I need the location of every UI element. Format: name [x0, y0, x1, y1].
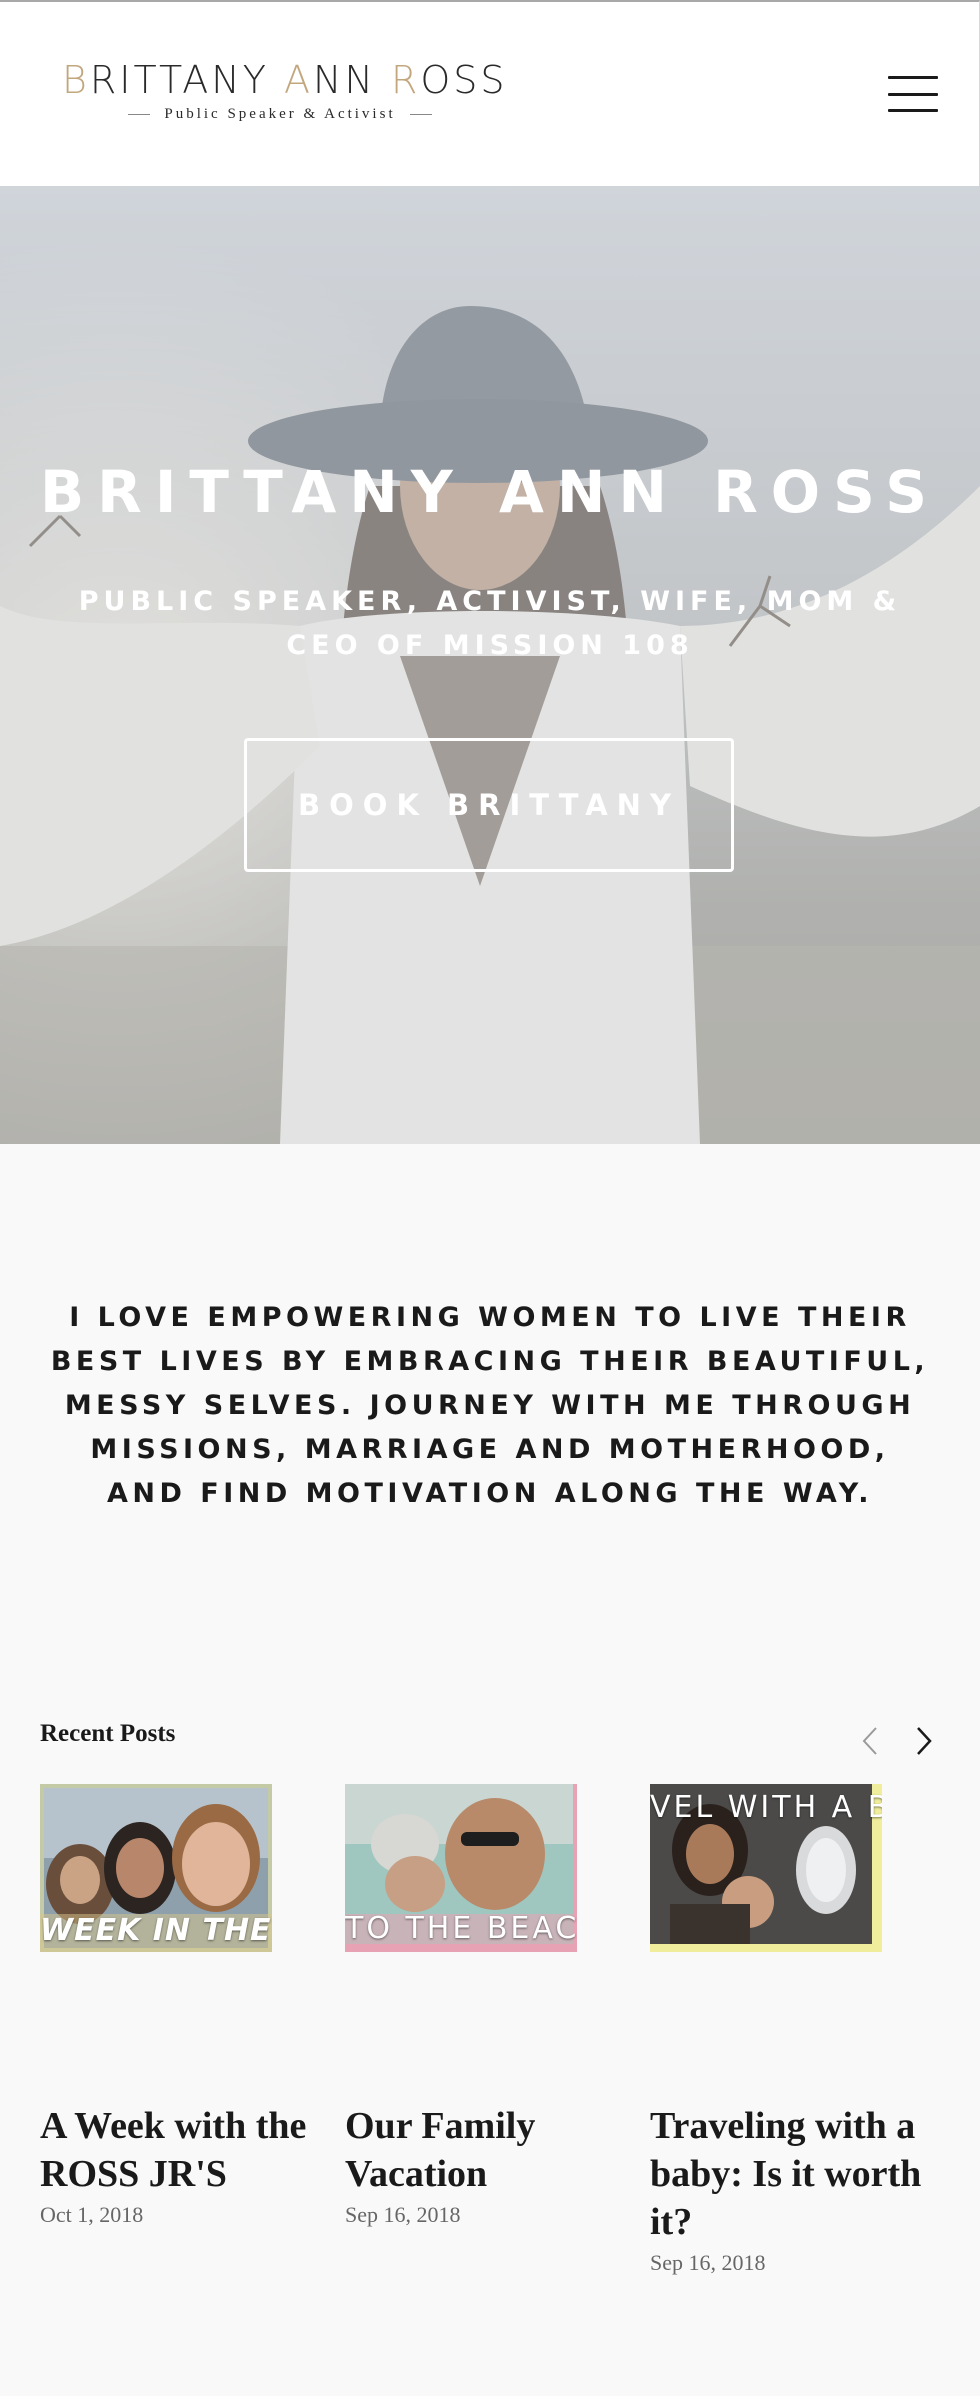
intro-statement: I LOVE EMPOWERING WOMEN TO LIVE THEIR BE…: [50, 1302, 930, 1509]
post-title[interactable]: Our Family Vacation: [345, 2102, 635, 2198]
site-logo[interactable]: BRITTANY ANN ROSS Public Speaker & Activ…: [62, 58, 508, 123]
post-thumbnail[interactable]: TO THE BEACH: [345, 1784, 577, 1952]
logo-tagline: Public Speaker & Activist: [164, 106, 396, 122]
book-brittany-button[interactable]: BOOK BRITTANY: [244, 738, 734, 872]
chevron-left-icon[interactable]: [856, 1722, 886, 1760]
tagline-divider-left: [128, 114, 151, 115]
post-thumbnail-caption: WEEK IN THE LIFE: [40, 1913, 272, 1948]
post-card: WEEK IN THE LIFE A Week with the ROSS JR…: [40, 1784, 330, 2228]
post-thumbnail[interactable]: VEL WITH A BABY: [650, 1784, 882, 1952]
hamburger-menu-icon[interactable]: [888, 76, 938, 112]
post-card: VEL WITH A BABY Traveling with a baby: I…: [650, 1784, 940, 2276]
post-card: TO THE BEACH Our Family Vacation Sep 16,…: [345, 1784, 635, 2228]
post-title[interactable]: Traveling with a baby: Is it worth it?: [650, 2102, 940, 2246]
hero-title: BRITTANY ANN ROSS: [39, 458, 941, 526]
menu-bar: [888, 76, 938, 79]
menu-bar: [888, 109, 938, 112]
post-thumbnail-caption: VEL WITH A BABY: [650, 1790, 882, 1825]
hero-subtitle: PUBLIC SPEAKER, ACTIVIST, WIFE, MOM & CE…: [78, 586, 902, 661]
post-date: Sep 16, 2018: [345, 2202, 461, 2227]
post-date: Sep 16, 2018: [650, 2250, 766, 2275]
site-header: BRITTANY ANN ROSS Public Speaker & Activ…: [0, 0, 980, 186]
post-date: Oct 1, 2018: [40, 2202, 144, 2227]
hero-section: BRITTANY ANN ROSS PUBLIC SPEAKER, ACTIVI…: [0, 186, 980, 1144]
tagline-divider-right: [409, 114, 432, 115]
logo-tagline-row: Public Speaker & Activist: [62, 106, 498, 123]
logo-name: BRITTANY ANN ROSS: [62, 58, 508, 102]
menu-bar: [888, 92, 938, 96]
post-thumbnail[interactable]: WEEK IN THE LIFE: [40, 1784, 272, 1952]
recent-posts-heading: Recent Posts: [40, 1720, 176, 1747]
chevron-right-icon[interactable]: [908, 1722, 938, 1760]
post-title[interactable]: A Week with the ROSS JR'S: [40, 2102, 330, 2198]
post-thumbnail-caption: TO THE BEACH: [345, 1911, 577, 1946]
